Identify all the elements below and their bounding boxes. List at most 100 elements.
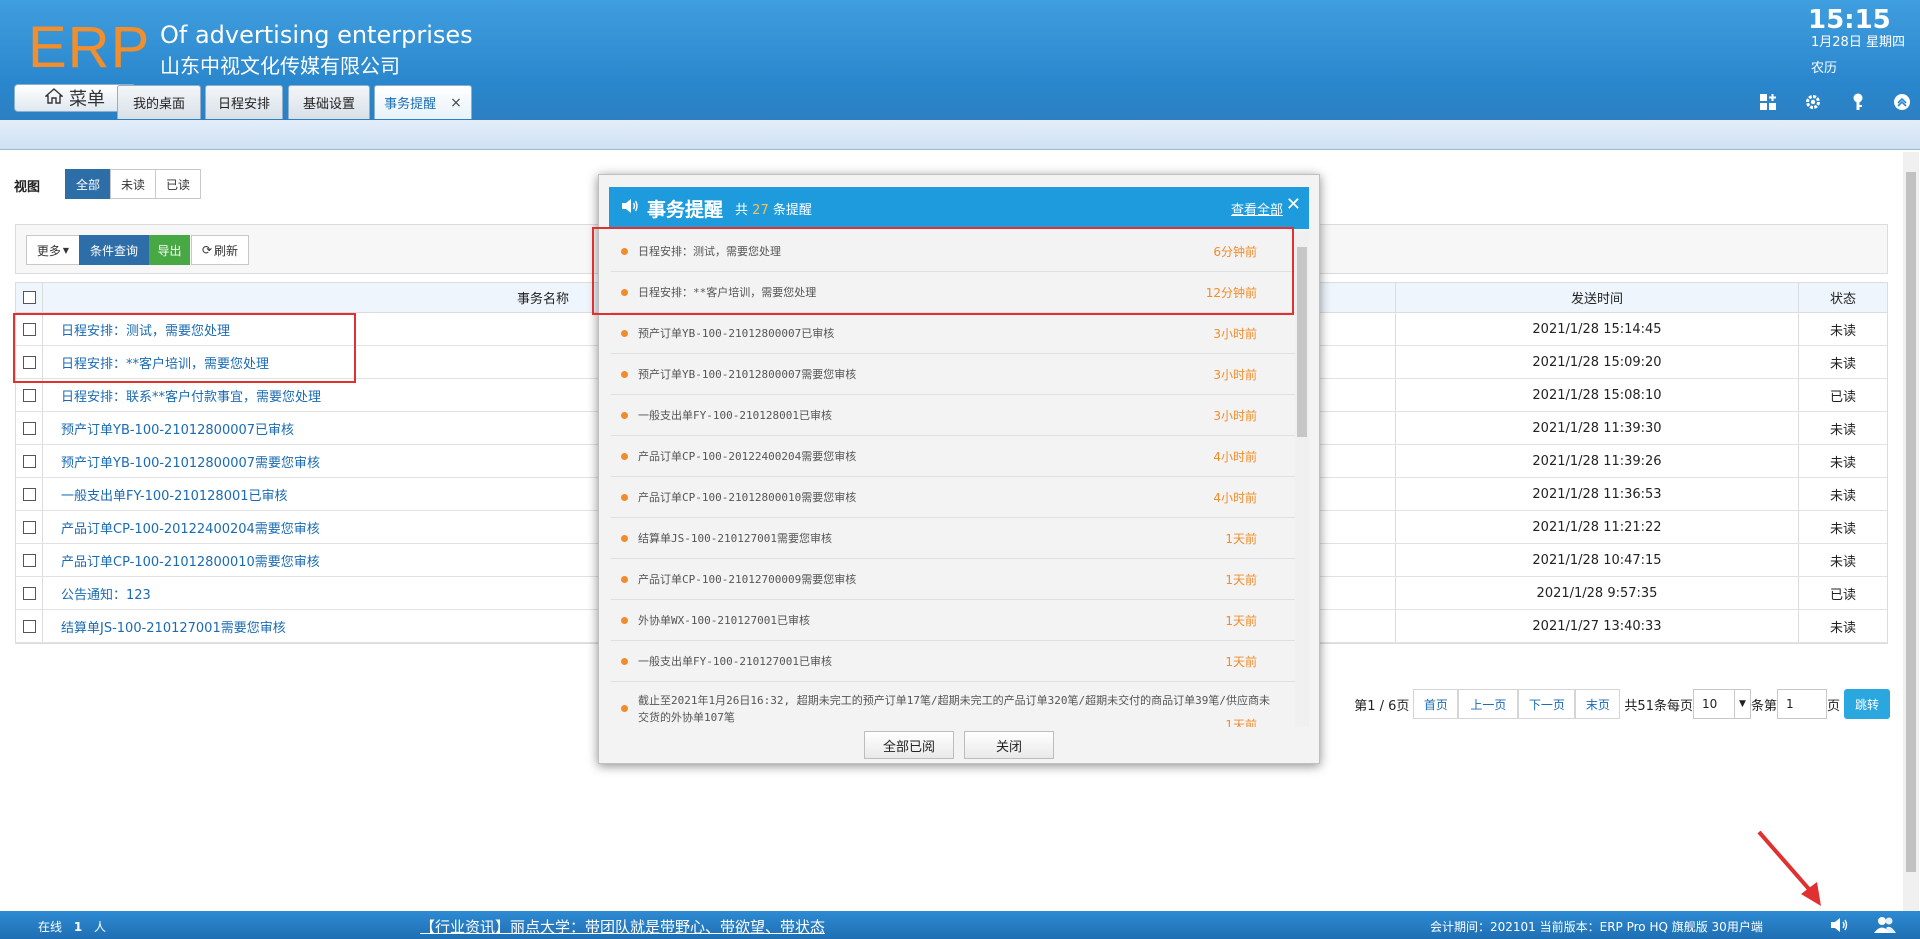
- view-label: 视图: [14, 180, 41, 195]
- scrollbar-thumb[interactable]: [1906, 172, 1916, 872]
- tab-my-desktop[interactable]: 我的桌面: [117, 85, 201, 119]
- row-checkbox[interactable]: [22, 520, 36, 534]
- date-label: 1月28日 星期四: [1811, 35, 1905, 50]
- tab-basic-settings[interactable]: 基础设置: [288, 85, 370, 119]
- row-status: 已读: [1829, 587, 1856, 603]
- affair-link[interactable]: 产品订单CP-100-21012800010需要您审核: [61, 551, 320, 570]
- per-page-select[interactable]: 10 ▼: [1692, 689, 1751, 719]
- reminder-text: 预产订单YB-100-21012800007需要您审核: [638, 368, 857, 381]
- affair-link[interactable]: 一般支出单FY-100-210128001已审核: [61, 485, 288, 504]
- row-time: 2021/1/28 11:39:26: [1396, 445, 1799, 477]
- next-page-button[interactable]: 下一页: [1518, 689, 1576, 719]
- page-unit-text: 页: [1826, 698, 1840, 714]
- row-checkbox[interactable]: [22, 322, 36, 336]
- row-checkbox[interactable]: [22, 553, 36, 567]
- tab-affair-reminder[interactable]: 事务提醒 ×: [374, 85, 472, 119]
- last-page-button[interactable]: 末页: [1575, 689, 1621, 719]
- row-checkbox[interactable]: [22, 355, 36, 369]
- header-time: 发送时间: [1396, 283, 1799, 312]
- affair-link[interactable]: 日程安排：联系**客户付款事宜，需要您处理: [61, 386, 321, 405]
- mark-all-read-button[interactable]: 全部已阅: [864, 731, 954, 759]
- reminder-item[interactable]: 产品订单CP-100-21012800010需要您审核 4小时前: [611, 477, 1295, 518]
- tab-label: 基础设置: [302, 97, 355, 112]
- app-header: ERP Of advertising enterprises 山东中视文化传媒有…: [0, 0, 1920, 122]
- row-checkbox[interactable]: [22, 586, 36, 600]
- view-read-button[interactable]: 已读: [155, 169, 201, 199]
- reminder-text: 一般支出单FY-100-210127001已审核: [638, 655, 832, 668]
- count-prefix: 共: [735, 202, 749, 218]
- row-time: 2021/1/27 13:40:33: [1396, 610, 1799, 642]
- row-checkbox[interactable]: [22, 487, 36, 501]
- prev-page-button[interactable]: 上一页: [1458, 689, 1519, 719]
- online-label: 在线: [38, 920, 63, 934]
- users-icon[interactable]: [1874, 916, 1896, 937]
- reminder-item[interactable]: 外协单WX-100-210127001已审核 1天前: [611, 600, 1295, 641]
- company-name-cn: 山东中视文化传媒有限公司: [160, 54, 400, 78]
- more-button[interactable]: 更多 ▼: [26, 235, 80, 265]
- popup-scrollbar-thumb[interactable]: [1297, 247, 1307, 437]
- page-scrollbar[interactable]: [1903, 152, 1919, 912]
- row-checkbox[interactable]: [22, 454, 36, 468]
- select-all-checkbox[interactable]: [22, 291, 36, 304]
- row-checkbox-cell: [16, 346, 43, 378]
- reminder-item[interactable]: 产品订单CP-100-20122400204需要您审核 4小时前: [611, 436, 1295, 477]
- affair-link[interactable]: 日程安排：**客户培训，需要您处理: [61, 353, 269, 372]
- affair-link[interactable]: 预产订单YB-100-21012800007已审核: [61, 419, 294, 438]
- reminder-time-ago: 1天前: [1225, 531, 1257, 546]
- affair-reminder-popup: 事务提醒 共 27 条提醒 查看全部 ✕ 日程安排：测试，需要您处理 6分钟前 日程…: [598, 174, 1320, 764]
- tab-close-icon[interactable]: ×: [450, 95, 462, 111]
- reminder-item[interactable]: 预产订单YB-100-21012800007需要您审核 3小时前: [611, 354, 1295, 395]
- row-checkbox-cell: [16, 511, 43, 543]
- reminder-text: 外协单WX-100-210127001已审核: [638, 614, 810, 627]
- export-button[interactable]: 导出: [149, 235, 190, 265]
- lunar-link[interactable]: 农历: [1811, 60, 1837, 78]
- view-unread-button[interactable]: 未读: [110, 169, 156, 199]
- page-number-input[interactable]: 1: [1776, 689, 1827, 719]
- go-button[interactable]: 跳转: [1844, 689, 1890, 719]
- news-link[interactable]: 【行业资讯】丽点大学：带团队就是带野心、带欲望、带状态: [420, 916, 825, 937]
- close-icon[interactable]: ✕: [1286, 194, 1301, 215]
- affair-link[interactable]: 结算单JS-100-210127001需要您审核: [61, 617, 286, 636]
- tab-label: 日程安排: [217, 97, 270, 112]
- row-status: 未读: [1829, 422, 1856, 438]
- tab-schedule[interactable]: 日程安排: [205, 85, 283, 119]
- row-status: 未读: [1829, 521, 1856, 537]
- reminder-item[interactable]: 日程安排：**客户培训，需要您处理 12分钟前: [611, 272, 1295, 313]
- online-count: 1: [73, 920, 83, 934]
- tab-label: 事务提醒: [384, 97, 437, 112]
- gear-icon[interactable]: [1803, 92, 1823, 112]
- first-page-button[interactable]: 首页: [1413, 689, 1459, 719]
- affair-link[interactable]: 日程安排：测试，需要您处理: [61, 320, 230, 339]
- speaker-icon[interactable]: [1830, 916, 1850, 937]
- refresh-button[interactable]: ⟳ 刷新: [191, 235, 249, 265]
- view-all-link[interactable]: 查看全部: [1231, 199, 1283, 218]
- row-time: 2021/1/28 15:08:10: [1396, 379, 1799, 411]
- key-icon[interactable]: [1848, 92, 1868, 112]
- reminder-item[interactable]: 截止至2021年1月26日16:32, 超期未完工的预产订单17笔/超期未完工的…: [611, 682, 1295, 727]
- popup-scrollbar[interactable]: [1295, 231, 1309, 727]
- row-checkbox[interactable]: [22, 388, 36, 402]
- grid-add-icon[interactable]: [1758, 92, 1778, 112]
- reminder-item[interactable]: 产品订单CP-100-21012700009需要您审核 1天前: [611, 559, 1295, 600]
- condition-query-button[interactable]: 条件查询: [79, 235, 149, 265]
- reminder-text: 日程安排：**客户培训，需要您处理: [638, 286, 817, 299]
- row-checkbox[interactable]: [22, 619, 36, 633]
- red-arrow-annotation: [1757, 830, 1821, 906]
- close-button[interactable]: 关闭: [964, 731, 1054, 759]
- affair-link[interactable]: 预产订单YB-100-21012800007需要您审核: [61, 452, 320, 471]
- affair-link[interactable]: 公告通知：123: [61, 584, 151, 603]
- reminder-item[interactable]: 一般支出单FY-100-210128001已审核 3小时前: [611, 395, 1295, 436]
- bullet-icon: [621, 247, 628, 255]
- reminder-text: 产品订单CP-100-20122400204需要您审核: [638, 450, 857, 463]
- reminder-item[interactable]: 日程安排：测试，需要您处理 6分钟前: [611, 231, 1295, 272]
- per-page-value: 10: [1701, 697, 1718, 711]
- view-all-button[interactable]: 全部: [65, 169, 111, 199]
- reminder-item[interactable]: 结算单JS-100-210127001需要您审核 1天前: [611, 518, 1295, 559]
- affair-link[interactable]: 产品订单CP-100-20122400204需要您审核: [61, 518, 320, 537]
- reminder-item[interactable]: 一般支出单FY-100-210127001已审核 1天前: [611, 641, 1295, 682]
- caret-down-icon: ▼: [62, 245, 70, 255]
- reminder-item[interactable]: 预产订单YB-100-21012800007已审核 3小时前: [611, 313, 1295, 354]
- header-checkbox-cell: [16, 283, 43, 312]
- collapse-icon[interactable]: [1892, 92, 1912, 112]
- row-checkbox[interactable]: [22, 421, 36, 435]
